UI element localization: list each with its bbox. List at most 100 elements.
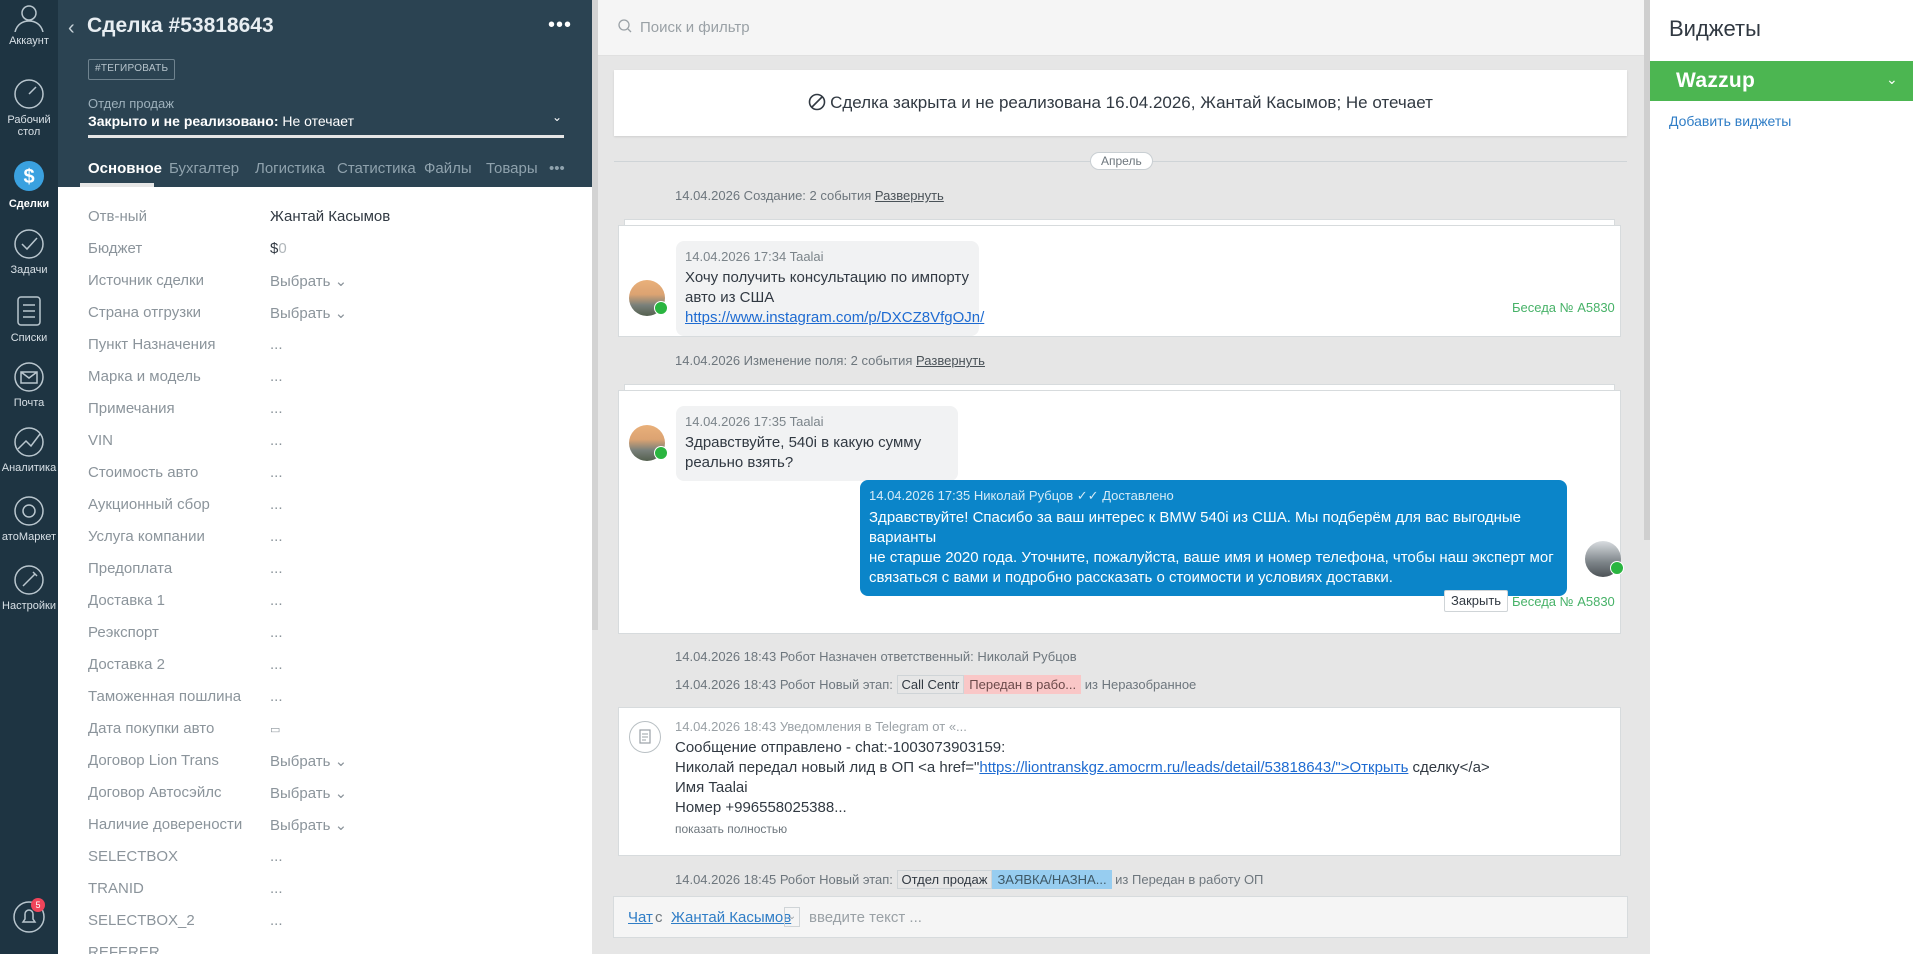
field-value[interactable]: ... bbox=[270, 656, 283, 673]
nav-label: Списки bbox=[10, 332, 48, 344]
search-input[interactable]: Поиск и фильтр bbox=[640, 19, 750, 36]
event-text: 14.04.2026 18:43 Робот Новый этап: bbox=[675, 677, 897, 692]
settings-icon bbox=[14, 565, 44, 595]
tab-main[interactable]: Основное bbox=[88, 160, 162, 177]
field-value[interactable]: ... bbox=[270, 624, 283, 641]
budget-value: 0 bbox=[278, 240, 287, 257]
double-check-icon: ✓✓ bbox=[1076, 488, 1099, 503]
expand-link[interactable]: Развернуть bbox=[916, 353, 985, 368]
chat-input[interactable]: введите текст ... bbox=[809, 909, 922, 926]
message-meta: 14.04.2026 17:34 Taalai bbox=[685, 249, 824, 264]
note-link[interactable]: https://liontranskgz.amocrm.ru/leads/det… bbox=[979, 759, 1408, 776]
field-label: Источник сделки bbox=[88, 272, 204, 289]
note-card: 14.04.2026 18:43 Уведомления в Telegram … bbox=[618, 707, 1621, 856]
field-label: TRANID bbox=[88, 880, 144, 897]
conversation-link[interactable]: Беседа № A5830 bbox=[1512, 594, 1615, 609]
status-select[interactable]: Закрыто и не реализовано: Не отечает bbox=[88, 113, 354, 129]
field-label: Марка и модель bbox=[88, 368, 201, 385]
responsible-user[interactable]: Жантай Касымов bbox=[270, 208, 390, 225]
field-value[interactable]: ... bbox=[270, 336, 283, 353]
wazzup-title: Wazzup bbox=[1676, 69, 1756, 92]
tab-accounting[interactable]: Бухгалтерия bbox=[169, 160, 239, 177]
message-card: 14.04.2026 17:35 Taalai Здравствуйте, 54… bbox=[618, 390, 1624, 634]
nav-item-account[interactable]: Аккаунт bbox=[0, 2, 58, 47]
nav-item-tasks[interactable]: Задачи bbox=[0, 227, 58, 276]
calendar-icon[interactable]: ▭ bbox=[270, 723, 280, 736]
note-line: Номер +996558025388... bbox=[675, 799, 847, 816]
pipeline-name: Отдел продаж bbox=[88, 96, 174, 111]
nav-item-dashboard[interactable]: Рабочий стол bbox=[0, 77, 58, 138]
nav-item-notifications[interactable]: 5 bbox=[0, 898, 58, 937]
nav-item-settings[interactable]: Настройки bbox=[0, 563, 58, 612]
more-options-icon[interactable]: ••• bbox=[548, 14, 572, 37]
nav-item-lists[interactable]: Списки bbox=[0, 293, 58, 344]
budget-field[interactable]: $0 bbox=[270, 240, 287, 257]
field-value[interactable]: ... bbox=[270, 560, 283, 577]
chevron-down-icon[interactable]: ⌄ bbox=[552, 110, 562, 124]
analytics-icon bbox=[14, 427, 44, 457]
field-label: Примечания bbox=[88, 400, 175, 417]
field-value[interactable]: ... bbox=[270, 592, 283, 609]
field-select[interactable]: Выбрать ⌄ bbox=[270, 272, 347, 290]
nav-item-deals[interactable]: $ Сделки bbox=[0, 157, 58, 210]
field-value[interactable]: ... bbox=[270, 464, 283, 481]
chat-mode-select[interactable]: Чат bbox=[628, 909, 653, 926]
field-label: Дата покупки авто bbox=[88, 720, 215, 737]
note-line: Имя Taalai bbox=[675, 779, 748, 796]
add-widgets-link[interactable]: Добавить виджеты bbox=[1669, 113, 1791, 129]
field-label: SELECTBOX bbox=[88, 848, 179, 865]
message-link[interactable]: https://www.instagram.com/p/DXCZ8VfgOJn/ bbox=[685, 308, 984, 328]
wazzup-widget[interactable]: Wazzup ⌄ bbox=[1650, 61, 1913, 101]
tab-statistics[interactable]: Статистика bbox=[337, 160, 416, 177]
field-value[interactable]: ... bbox=[270, 912, 283, 929]
incoming-message: 14.04.2026 17:34 Taalai Хочу получить ко… bbox=[676, 241, 984, 336]
event-stage-change: 14.04.2026 18:45 Робот Новый этап: Отдел… bbox=[675, 870, 1263, 889]
tab-logistics[interactable]: Логистика bbox=[255, 160, 325, 177]
field-select[interactable]: Выбрать ⌄ bbox=[270, 784, 347, 802]
outgoing-message: 14.04.2026 17:35 Николай Рубцов ✓✓ Доста… bbox=[860, 480, 1567, 596]
field-label: Бюджет bbox=[88, 240, 143, 257]
note-line: Николай передал новый лид в ОП <a href="… bbox=[675, 758, 1490, 778]
conversation-link[interactable]: Беседа № A5830 bbox=[1512, 300, 1615, 315]
nav-item-analytics[interactable]: Аналитика bbox=[0, 425, 58, 474]
nav-item-market[interactable]: атоМаркет bbox=[0, 494, 58, 543]
field-select[interactable]: Выбрать ⌄ bbox=[270, 752, 347, 770]
nav-label: Аналитика bbox=[1, 462, 57, 474]
main-nav: Аккаунт Рабочий стол $ Сделки Задачи Спи… bbox=[0, 0, 58, 954]
field-value[interactable]: ... bbox=[270, 880, 283, 897]
field-select[interactable]: Выбрать ⌄ bbox=[270, 304, 347, 322]
back-arrow-icon[interactable]: ‹ bbox=[68, 17, 75, 40]
account-icon bbox=[14, 5, 44, 32]
tag-button[interactable]: #ТЕГИРОВАТЬ bbox=[88, 59, 176, 80]
field-value[interactable]: ... bbox=[270, 688, 283, 705]
field-value[interactable]: ... bbox=[270, 848, 283, 865]
tab-products[interactable]: Товары bbox=[486, 160, 538, 177]
message-text-line: связаться с вами и подробно рассказать о… bbox=[869, 569, 1393, 586]
field-value[interactable]: ... bbox=[270, 368, 283, 385]
deals-icon: $ bbox=[14, 161, 44, 191]
delivery-status: Доставлено bbox=[1102, 488, 1174, 503]
field-label: REFERER bbox=[88, 944, 160, 954]
field-value[interactable]: ... bbox=[270, 400, 283, 417]
message-meta: 14.04.2026 17:35 Николай Рубцов bbox=[869, 488, 1074, 503]
chevron-down-icon[interactable]: ⌄ bbox=[784, 907, 800, 927]
close-conversation-button[interactable]: Закрыть bbox=[1444, 590, 1509, 612]
tab-files[interactable]: Файлы bbox=[424, 160, 472, 177]
active-tab-indicator bbox=[80, 183, 154, 187]
whatsapp-icon bbox=[654, 446, 668, 460]
expand-link[interactable]: Развернуть bbox=[875, 188, 944, 203]
field-value[interactable]: ... bbox=[270, 432, 283, 449]
show-full-link[interactable]: показать полностью bbox=[675, 822, 1490, 836]
tabs-more-icon[interactable]: ••• bbox=[549, 160, 565, 177]
field-value[interactable]: ... bbox=[270, 496, 283, 513]
note-line: Сообщение отправлено - chat:-10030739031… bbox=[675, 739, 1006, 756]
nav-item-mail[interactable]: Почта bbox=[0, 360, 58, 409]
chat-contact-select[interactable]: Жантай Касымов bbox=[671, 909, 791, 926]
field-label: Реэкспорт bbox=[88, 624, 159, 641]
field-value[interactable]: ... bbox=[270, 528, 283, 545]
event-text: из Неразобранное bbox=[1081, 677, 1197, 692]
field-select[interactable]: Выбрать ⌄ bbox=[270, 816, 347, 834]
field-label: Услуга компании bbox=[88, 528, 205, 545]
message-text: Хочу получить консультацию по импорту ав… bbox=[685, 269, 969, 306]
closed-banner: Сделка закрыта и не реализована 16.04.20… bbox=[614, 70, 1627, 136]
